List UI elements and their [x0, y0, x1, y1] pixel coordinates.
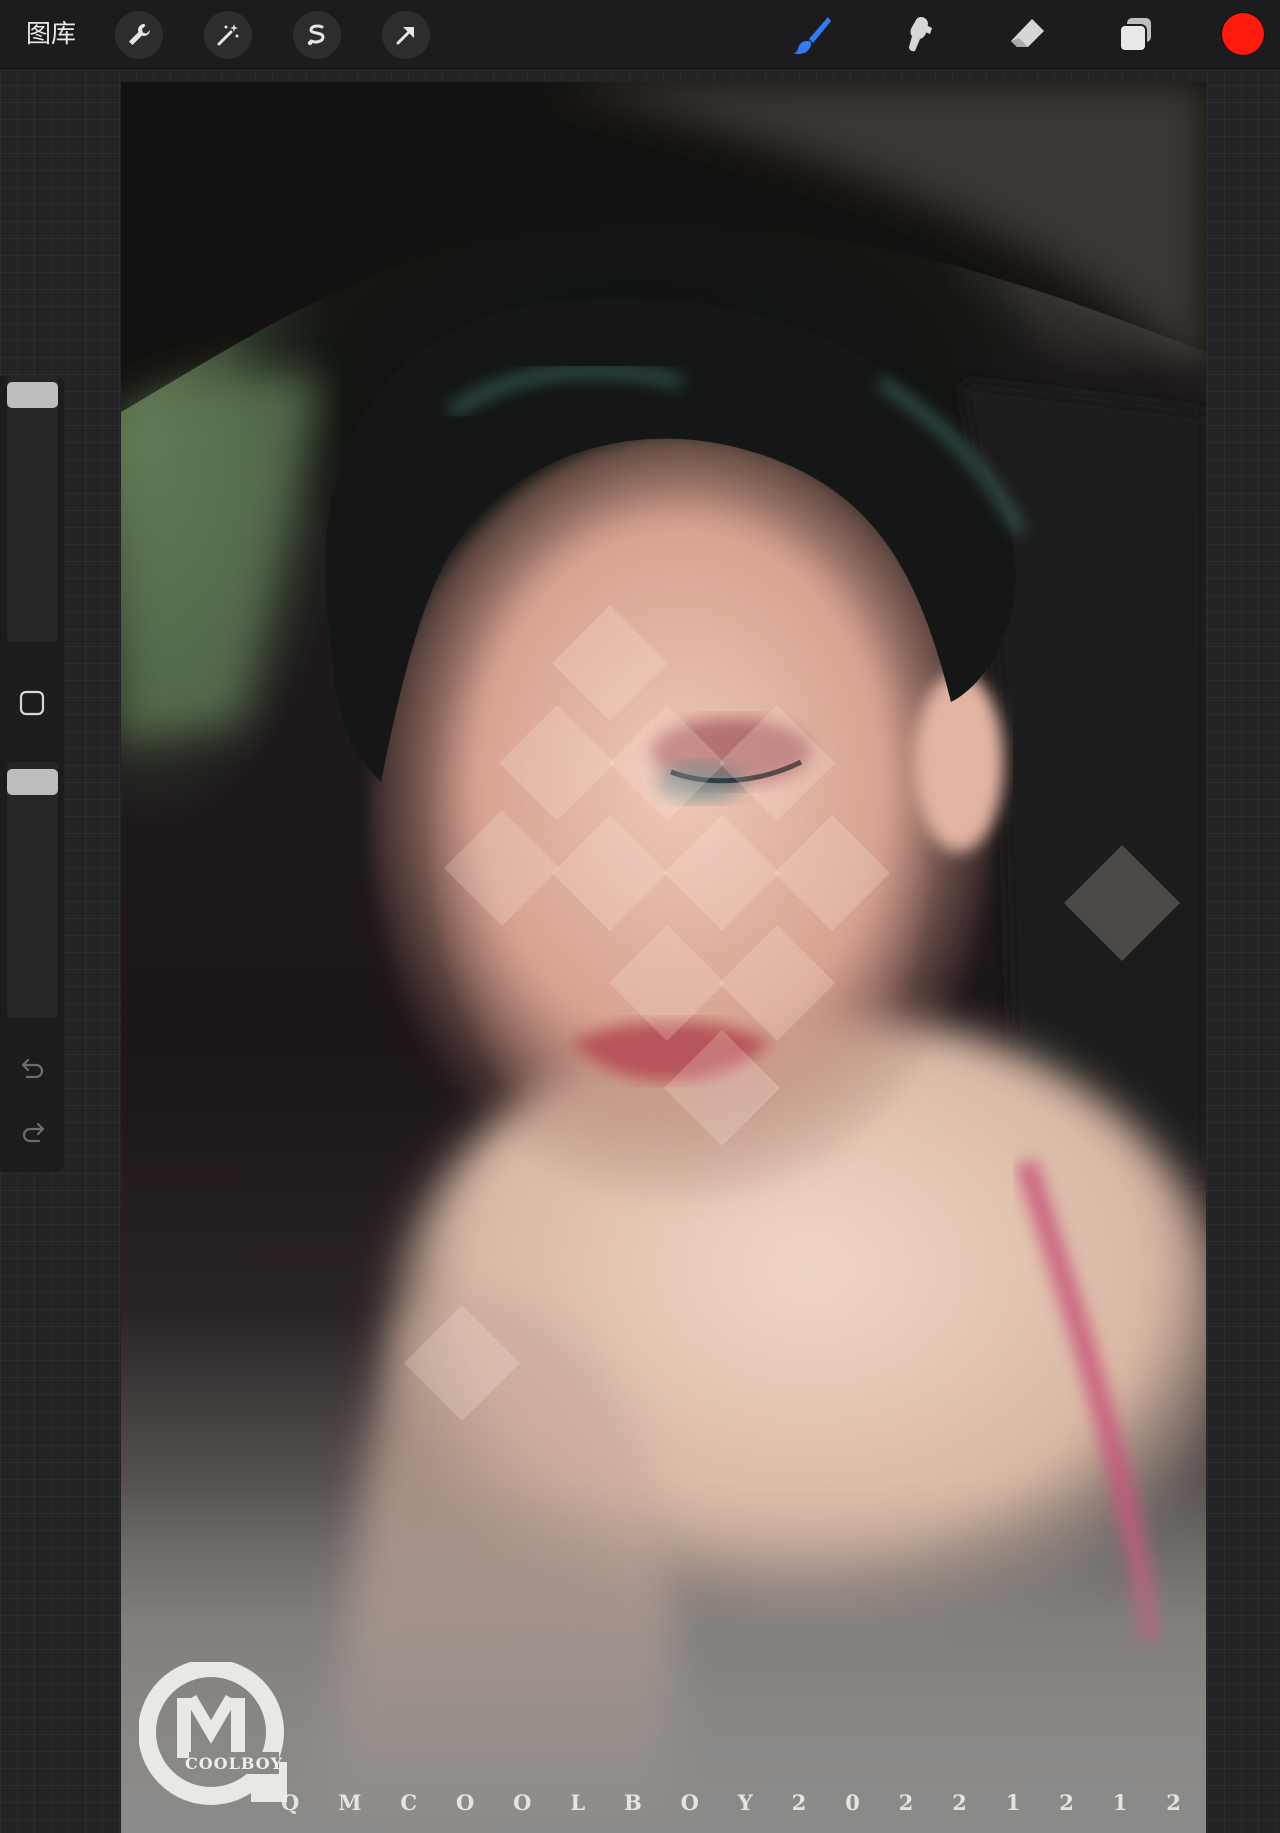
signature-char: 0 — [845, 1789, 860, 1815]
actions-button[interactable] — [115, 11, 163, 59]
transform-button[interactable] — [382, 11, 430, 59]
eraser-icon — [1011, 19, 1044, 47]
layers-icon — [1119, 18, 1151, 52]
redo-icon[interactable] — [18, 1116, 48, 1146]
opacity-slider[interactable] — [7, 762, 58, 1018]
gallery-button[interactable]: 图库 — [26, 14, 76, 54]
signature-char: O — [680, 1789, 699, 1815]
left-sidebar — [0, 376, 64, 1172]
smudge-tool-button[interactable] — [898, 12, 944, 58]
modify-square-icon[interactable] — [19, 690, 45, 716]
selection-button[interactable] — [293, 11, 341, 59]
signature-char: O — [455, 1789, 475, 1815]
transform-arrow-icon — [396, 27, 414, 45]
signature-char: 1 — [1112, 1789, 1128, 1815]
signature-char: O — [513, 1789, 532, 1815]
drawing-canvas[interactable]: COOLBOY QMCOOLBOY20221212 — [121, 82, 1206, 1833]
signature-char: B — [623, 1789, 642, 1815]
erase-tool-button[interactable] — [1004, 12, 1050, 58]
artist-signature: Q M C O O L B O Y 2 0 2 2 1 2 1 2 — [281, 1787, 1181, 1817]
layers-button[interactable] — [1112, 12, 1158, 58]
coolboy-logo: COOLBOY — [139, 1662, 287, 1805]
brush-size-slider-thumb[interactable] — [7, 382, 58, 408]
signature-char: Q — [281, 1789, 300, 1815]
top-toolbar: 图库 — [0, 0, 1280, 69]
signature-char: 2 — [791, 1789, 807, 1815]
logo-text: COOLBOY — [185, 1754, 283, 1773]
brush-size-slider[interactable] — [7, 376, 58, 642]
adjustments-button[interactable] — [204, 11, 252, 59]
color-picker-button[interactable] — [1222, 13, 1264, 55]
signature-char: 2 — [898, 1789, 914, 1815]
magic-wand-icon — [217, 24, 239, 46]
selection-icon — [307, 24, 325, 46]
signature-char: C — [400, 1789, 418, 1815]
opacity-slider-thumb[interactable] — [7, 769, 58, 795]
signature-char: 1 — [1005, 1789, 1021, 1815]
signature-char: 2 — [1166, 1789, 1181, 1815]
signature-char: 2 — [952, 1789, 967, 1815]
signature-char: L — [570, 1789, 586, 1815]
undo-icon[interactable] — [18, 1052, 48, 1082]
signature-char: M — [338, 1789, 362, 1815]
brush-icon — [793, 17, 831, 54]
wrench-icon — [129, 24, 150, 45]
paint-tool-button[interactable] — [789, 12, 835, 58]
signature-char: Y — [737, 1789, 753, 1815]
smudge-icon — [909, 17, 932, 52]
signature-char: 2 — [1059, 1789, 1074, 1815]
